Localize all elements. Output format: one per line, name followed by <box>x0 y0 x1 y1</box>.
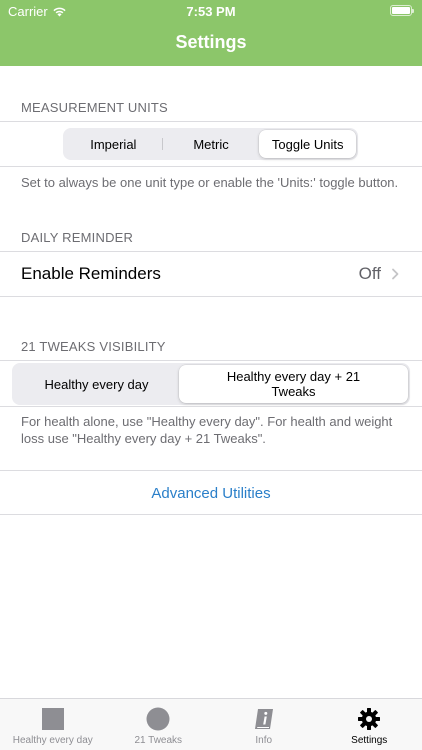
daily-reminder-header: DAILY REMINDER <box>21 230 134 245</box>
settings-content: MEASUREMENT UNITS Imperial Metric Toggle… <box>0 66 422 698</box>
measurement-units-header: MEASUREMENT UNITS <box>21 100 168 115</box>
segment-healthy-plus-21-tweaks[interactable]: Healthy every day + 21 Tweaks <box>179 365 408 403</box>
battery-icon <box>390 5 414 16</box>
tab-label: Settings <box>351 735 388 746</box>
divider <box>0 360 422 361</box>
segment-toggle-units[interactable]: Toggle Units <box>259 130 357 158</box>
advanced-utilities-button[interactable]: Advanced Utilities <box>0 471 422 515</box>
tab-info[interactable]: Info <box>211 699 317 750</box>
tab-healthy-every-day[interactable]: Healthy every day <box>0 699 106 750</box>
measurement-units-segmented-control[interactable]: Imperial Metric Toggle Units <box>63 128 358 160</box>
divider <box>0 406 422 407</box>
tab-settings[interactable]: Settings <box>317 699 422 750</box>
tweaks-visibility-header: 21 TWEAKS VISIBILITY <box>21 339 166 354</box>
divider <box>0 514 422 515</box>
segment-metric[interactable]: Metric <box>163 130 260 158</box>
tab-label: Healthy every day <box>12 735 93 746</box>
tab-label: 21 Tweaks <box>134 735 183 746</box>
segment-imperial[interactable]: Imperial <box>65 130 162 158</box>
battery-level <box>392 7 410 14</box>
circle-icon <box>146 707 170 731</box>
tweaks-visibility-footer: For health alone, use "Healthy every day… <box>21 414 393 446</box>
divider <box>0 166 422 167</box>
measurement-units-footer: Set to always be one unit type or enable… <box>21 175 399 190</box>
tweaks-visibility-segmented-control[interactable]: Healthy every day Healthy every day + 21… <box>12 363 410 405</box>
segment-healthy-every-day[interactable]: Healthy every day <box>14 365 179 403</box>
gear-icon <box>358 708 381 730</box>
square-icon <box>41 708 64 730</box>
page-title: Settings <box>175 32 247 52</box>
tab-label: Info <box>255 735 273 746</box>
enable-reminders-row[interactable]: Enable Reminders Off <box>0 252 422 296</box>
info-book-icon <box>254 709 273 729</box>
enable-reminders-label: Enable Reminders <box>21 264 161 283</box>
tab-21-tweaks[interactable]: 21 Tweaks <box>106 699 212 750</box>
navigation-header: Carrier 7:53 PM Settings <box>0 0 422 66</box>
tab-bar: Healthy every day 21 Tweaks Info Setting… <box>0 698 422 750</box>
divider <box>0 296 422 297</box>
chevron-right-icon <box>392 268 399 280</box>
status-time: 7:53 PM <box>186 4 236 19</box>
divider <box>0 121 422 122</box>
enable-reminders-value: Off <box>358 264 381 283</box>
status-bar: Carrier 7:53 PM <box>0 0 422 24</box>
